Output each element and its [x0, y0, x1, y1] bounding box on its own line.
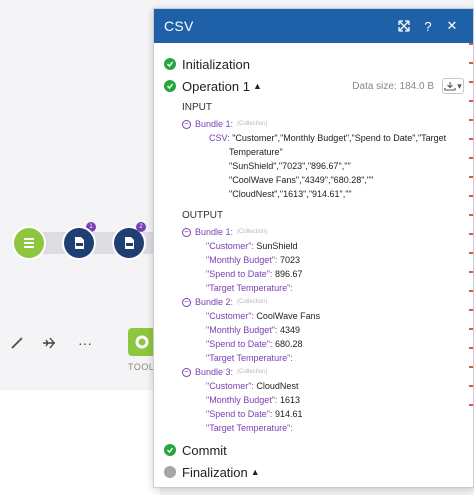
field-key: "Monthly Budget": [206, 325, 278, 335]
output-bundle-3[interactable]: − Bundle 3: (Collection) [154, 365, 470, 379]
collection-type: (Collection) [237, 299, 268, 305]
caret-up-icon[interactable]: ▲ [251, 467, 260, 477]
airplane-icon[interactable] [36, 330, 62, 356]
success-check-icon [164, 444, 176, 456]
phase-label: Finalization [182, 464, 248, 480]
csv-value-block: CSV: "Customer","Monthly Budget","Spend … [154, 131, 470, 201]
dialog-title: CSV [164, 18, 194, 34]
csv-key: CSV: [209, 133, 230, 143]
csv-output-dialog: CSV ? ✕ Initialization Operation 1 ▲ Dat… [153, 8, 474, 488]
field-key: "Monthly Budget": [206, 255, 278, 265]
field-value: 914.61 [274, 409, 303, 419]
field-row: "Customer": CloudNest [154, 379, 470, 393]
expand-icon[interactable] [393, 15, 415, 37]
field-row: "Customer": SunShield [154, 239, 470, 253]
field-key: "Customer": [206, 311, 254, 321]
collapse-icon[interactable]: − [182, 367, 191, 377]
collection-type: (Collection) [237, 121, 268, 127]
dialog-header: CSV ? ✕ [154, 9, 473, 43]
field-row: "Monthly Budget": 7023 [154, 253, 470, 267]
field-value: CloudNest [256, 381, 299, 391]
success-check-icon [164, 80, 176, 92]
chevron-down-icon: ▾ [457, 80, 462, 91]
output-bundle-1[interactable]: − Bundle 1: (Collection) [154, 225, 470, 239]
csv-line: "CoolWave Fans","4349","680.28","" [229, 175, 374, 185]
field-key: "Target Temperature": [206, 283, 293, 293]
phase-initialization[interactable]: Initialization [154, 53, 470, 75]
editor-bottom-panel [0, 390, 160, 495]
field-row: "Target Temperature": [154, 281, 470, 295]
csv-file-icon [75, 237, 84, 249]
field-row: "Customer": CoolWave Fans [154, 309, 470, 323]
field-value: 7023 [279, 255, 300, 265]
caret-up-icon[interactable]: ▲ [253, 81, 262, 91]
help-icon[interactable]: ? [417, 15, 439, 37]
close-icon[interactable]: ✕ [441, 15, 463, 37]
collection-type: (Collection) [237, 369, 268, 375]
field-key: "Target Temperature": [206, 353, 293, 363]
bundle-name: Bundle 3: [195, 367, 234, 377]
csv-line: Temperature" [229, 147, 283, 157]
field-value: 680.28 [274, 339, 303, 349]
input-bundle-1[interactable]: − Bundle 1: (Collection) [154, 117, 470, 131]
field-value: 4349 [279, 325, 300, 335]
field-row: "Monthly Budget": 4349 [154, 323, 470, 337]
field-value: 1613 [279, 395, 300, 405]
phase-label: Commit [182, 442, 227, 458]
phase-commit[interactable]: Commit [154, 439, 470, 461]
gear-icon [135, 335, 149, 349]
bundle-name: Bundle 2: [195, 297, 234, 307]
field-key: "Spend to Date": [206, 269, 273, 279]
magic-wand-icon[interactable] [4, 330, 30, 356]
field-key: "Spend to Date": [206, 339, 273, 349]
field-value: CoolWave Fans [256, 311, 321, 321]
field-key: "Customer": [206, 381, 254, 391]
list-icon [24, 238, 34, 248]
success-check-icon [164, 58, 176, 70]
field-key: "Customer": [206, 241, 254, 251]
field-key: "Spend to Date": [206, 409, 273, 419]
dialog-content: Initialization Operation 1 ▲ Data size: … [154, 53, 470, 483]
bundle-name: Bundle 1: [195, 227, 234, 237]
collection-type: (Collection) [237, 229, 268, 235]
module-iterator[interactable] [14, 228, 44, 258]
csv-line: "CloudNest","1613","914.61","" [229, 189, 352, 199]
csv-line: "Customer","Monthly Budget","Spend to Da… [232, 133, 447, 143]
field-row: "Monthly Budget": 1613 [154, 393, 470, 407]
more-options-icon[interactable]: ··· [72, 330, 98, 356]
phase-label: Initialization [182, 56, 250, 72]
field-key: "Monthly Budget": [206, 395, 278, 405]
input-section-label: INPUT [182, 102, 212, 113]
tools-button[interactable] [128, 328, 156, 356]
field-value: SunShield [256, 241, 298, 251]
field-value: 896.67 [274, 269, 303, 279]
output-section-label: OUTPUT [182, 210, 224, 221]
data-size: Data size: 184.0 B [352, 80, 434, 92]
field-key: "Target Temperature": [206, 423, 293, 433]
phase-operation[interactable]: Operation 1 ▲ Data size: 184.0 B ▾ [154, 75, 470, 97]
output-bundle-2[interactable]: − Bundle 2: (Collection) [154, 295, 470, 309]
collapse-icon[interactable]: − [182, 119, 191, 129]
phase-label: Operation 1 [182, 78, 250, 94]
field-row: "Target Temperature": [154, 351, 470, 365]
download-icon [444, 82, 456, 91]
operation-bubble-2[interactable]: 2 [136, 222, 146, 232]
field-row: "Spend to Date": 896.67 [154, 267, 470, 281]
phase-finalization[interactable]: Finalization ▲ [154, 461, 470, 483]
pending-dot-icon [164, 466, 176, 478]
collapse-icon[interactable]: − [182, 227, 191, 237]
csv-line: "SunShield","7023","896.67","" [229, 161, 351, 171]
module-csv-parse[interactable] [114, 228, 144, 258]
collapse-icon[interactable]: − [182, 297, 191, 307]
download-button[interactable]: ▾ [442, 78, 464, 94]
bundle-name: Bundle 1: [195, 119, 234, 129]
field-row: "Spend to Date": 680.28 [154, 337, 470, 351]
field-row: "Spend to Date": 914.61 [154, 407, 470, 421]
field-row: "Target Temperature": [154, 421, 470, 435]
module-csv-create[interactable] [64, 228, 94, 258]
csv-file-icon [125, 237, 134, 249]
